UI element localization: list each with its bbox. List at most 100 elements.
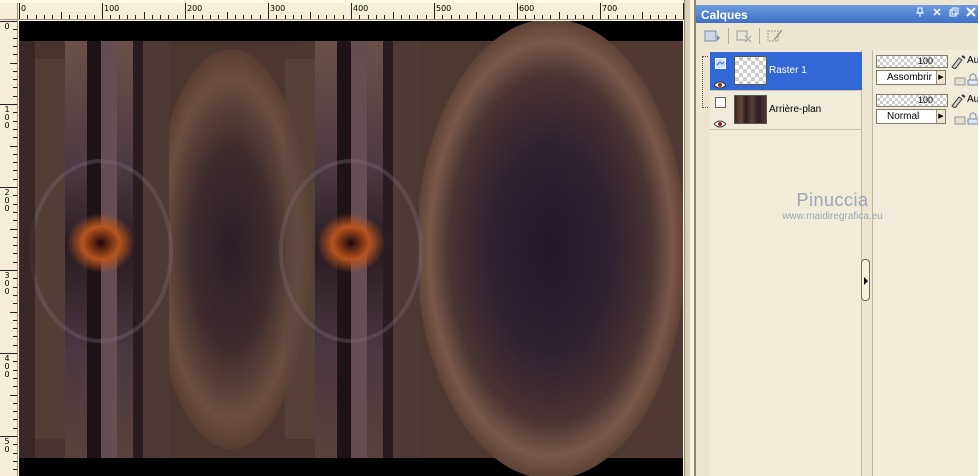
watermark-url: www.maidiregrafica.eu (782, 211, 883, 222)
watermark: Pinuccia www.maidiregrafica.eu (770, 190, 895, 222)
ruler-tick (641, 12, 643, 19)
ruler-tick (301, 15, 303, 19)
ruler-tick (375, 15, 377, 19)
ruler-label: 2 0 0 (4, 188, 10, 213)
ruler-tick (10, 394, 17, 396)
ruler-tick (550, 15, 552, 19)
visibility-eye-icon[interactable] (713, 115, 727, 128)
ruler-tick (160, 15, 162, 19)
ruler-tick (110, 15, 112, 19)
ruler-tick (292, 15, 294, 19)
ruler-tick (13, 178, 17, 180)
restore-icon[interactable] (947, 7, 961, 20)
ruler-tick (13, 203, 17, 205)
close-small-icon[interactable] (930, 7, 944, 20)
chevron-right-icon (864, 277, 868, 285)
ruler-tick (13, 95, 17, 97)
ruler-tick (13, 427, 17, 429)
brush-icon[interactable] (950, 55, 966, 69)
ruler-tick (450, 15, 452, 19)
image-editor: 0 100 200 300 400 500 600 700 0 1 0 0 2 0 0 3 0 0 4… (0, 0, 690, 476)
chevron-right-icon[interactable]: ▶ (936, 110, 945, 123)
ruler-tick (13, 29, 17, 31)
ruler-tick (13, 261, 17, 263)
ruler-tick (10, 145, 17, 147)
chevron-right-icon[interactable]: ▶ (936, 71, 945, 84)
ruler-tick (384, 15, 386, 19)
ruler-tick (13, 128, 17, 130)
ruler-tick (633, 15, 635, 19)
ruler-tick (483, 15, 485, 19)
ruler-tick (317, 15, 319, 19)
ruler-tick (126, 15, 128, 19)
ruler-tick (226, 12, 228, 19)
ruler-label: 300 (270, 4, 286, 13)
brush-icon[interactable] (950, 94, 966, 108)
ruler-tick (13, 137, 17, 139)
blend-mode-select[interactable]: Normal ▶ (876, 109, 946, 124)
vertical-ruler[interactable]: 0 1 0 0 2 0 0 3 0 0 4 0 0 5 0 (0, 20, 18, 476)
delete-layer-icon[interactable] (733, 27, 755, 45)
background-layer-icon (715, 95, 726, 108)
lock-icon[interactable] (953, 111, 978, 125)
ruler-tick (517, 3, 518, 19)
visibility-eye-icon[interactable] (713, 76, 727, 89)
ruler-label: 5 0 (4, 437, 10, 454)
palette-titlebar[interactable]: Calques (696, 5, 978, 23)
ruler-tick (13, 195, 17, 197)
opacity-slider[interactable]: 100 (876, 55, 948, 68)
mask-icon[interactable] (764, 27, 786, 45)
ruler-tick (525, 15, 527, 19)
ruler-tick (13, 170, 17, 172)
pin-icon[interactable] (913, 7, 927, 20)
ruler-tick (500, 15, 502, 19)
new-layer-icon[interactable] (702, 27, 724, 45)
layer-name: Arrière-plan (769, 104, 822, 115)
lock-icon[interactable] (953, 72, 978, 86)
layer-link-bracket (702, 56, 708, 108)
ruler-tick (13, 162, 17, 164)
ruler-tick (492, 15, 494, 19)
ruler-tick (193, 15, 195, 19)
ruler-tick (409, 15, 411, 19)
ruler-tick (209, 15, 211, 19)
ruler-tick (13, 37, 17, 39)
ruler-tick (342, 15, 344, 19)
ruler-label: 400 (353, 4, 369, 13)
ruler-tick (533, 15, 535, 19)
palette-collapse-handle[interactable] (861, 259, 870, 301)
ruler-tick (77, 15, 79, 19)
layer-row-background[interactable]: Arrière-plan (710, 91, 862, 129)
layer-thumbnail-image (734, 95, 767, 124)
ruler-tick (10, 228, 17, 230)
ruler-tick (13, 460, 17, 462)
ruler-tick (13, 87, 17, 89)
raster-layer-icon (715, 56, 726, 69)
ruler-label: 200 (187, 4, 203, 13)
ruler-label: 0 (21, 4, 27, 13)
ruler-tick (268, 3, 269, 19)
app-window: 0 100 200 300 400 500 600 700 0 1 0 0 2 0 0 3 0 0 4… (0, 0, 978, 476)
ruler-tick (13, 369, 17, 371)
ruler-tick (13, 344, 17, 346)
image-canvas[interactable] (19, 21, 683, 476)
ruler-tick (13, 411, 17, 413)
horizontal-ruler[interactable]: 0 100 200 300 400 500 600 700 (18, 3, 685, 20)
ruler-label: 600 (519, 4, 535, 13)
blend-mode-value: Normal (887, 111, 920, 122)
ruler-tick (13, 211, 17, 213)
ruler-label: 0 (4, 22, 10, 31)
ruler-label: 700 (602, 4, 618, 13)
ruler-tick (185, 3, 186, 19)
close-icon[interactable] (964, 7, 978, 20)
layer-row-raster-1[interactable]: Raster 1 (710, 52, 862, 90)
blend-mode-select[interactable]: Assombrir ▶ (876, 70, 946, 85)
ruler-tick (425, 15, 427, 19)
toolbar-separator (728, 28, 729, 44)
ruler-tick (13, 278, 17, 280)
opacity-slider[interactable]: 100 (876, 94, 948, 107)
editor-scroll-edge[interactable] (684, 0, 690, 476)
ruler-tick (168, 15, 170, 19)
ruler-tick (135, 15, 137, 19)
ruler-tick (616, 15, 618, 19)
